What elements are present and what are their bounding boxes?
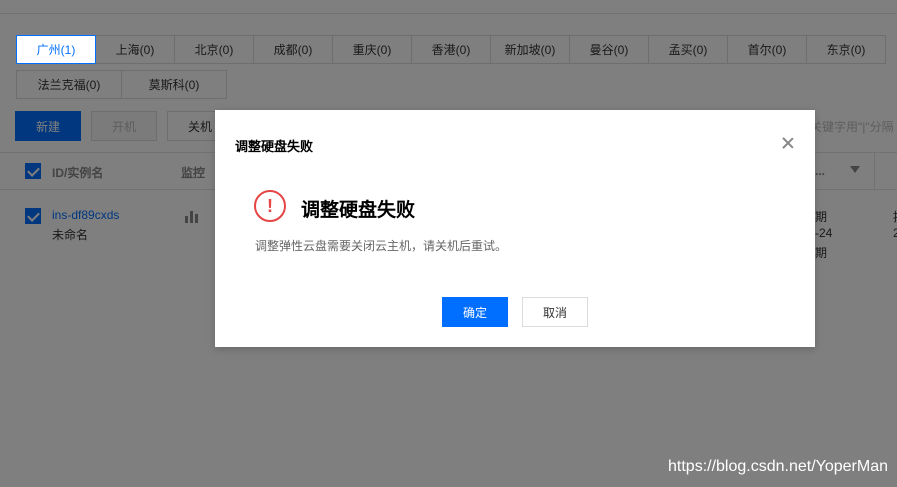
watermark: https://blog.csdn.net/YoperMan xyxy=(668,458,888,475)
region-tab-guangzhou[interactable]: 广州(1) xyxy=(16,35,96,64)
cancel-button[interactable]: 取消 xyxy=(522,297,588,327)
error-description: 调整弹性云盘需要关闭云主机，请关机后重试。 xyxy=(255,239,508,253)
close-icon[interactable] xyxy=(781,136,795,150)
confirm-button[interactable]: 确定 xyxy=(442,297,508,327)
error-heading: 调整硬盘失败 xyxy=(301,200,416,221)
error-dialog: 调整硬盘失败 ! 调整硬盘失败 调整弹性云盘需要关闭云主机，请关机后重试。 确定… xyxy=(215,110,815,347)
dialog-title: 调整硬盘失败 xyxy=(235,139,314,154)
error-icon: ! xyxy=(254,190,286,222)
